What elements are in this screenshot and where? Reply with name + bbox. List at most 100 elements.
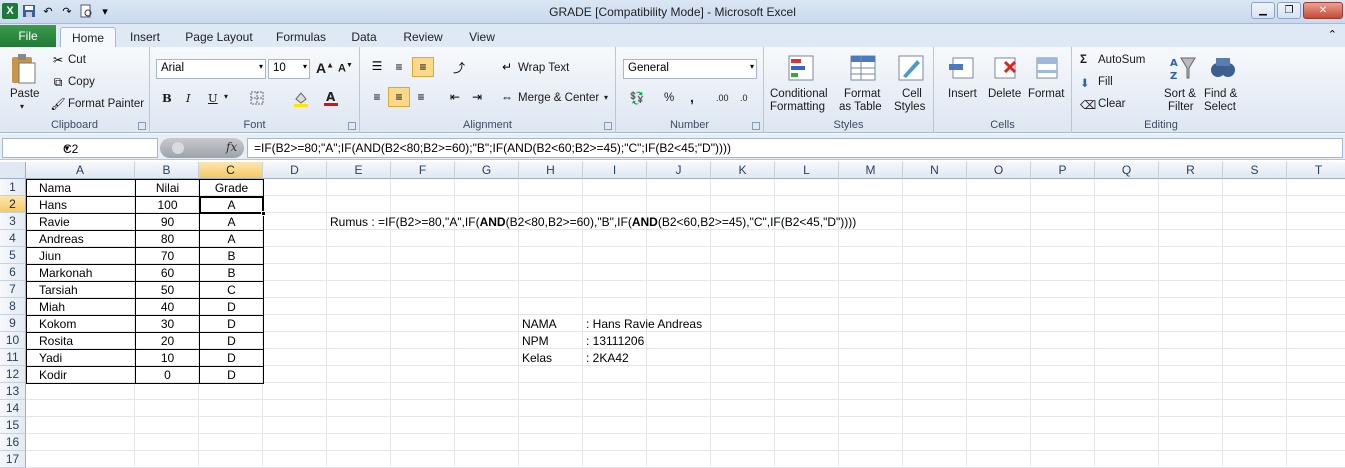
row-header-11[interactable]: 11 (0, 349, 26, 366)
alignment-launcher-icon[interactable] (604, 122, 612, 130)
table-cell[interactable]: 90 (135, 213, 200, 231)
row-header-17[interactable]: 17 (0, 451, 26, 468)
table-cell[interactable]: Miah (26, 298, 136, 316)
fill-handle[interactable] (261, 211, 266, 216)
accounting-format-icon[interactable]: 💱 (626, 89, 648, 107)
table-cell[interactable]: 80 (135, 230, 200, 248)
column-header-o[interactable]: O (967, 162, 1031, 179)
number-format-select[interactable]: General ▾ (623, 59, 757, 79)
table-cell[interactable]: Hans (26, 196, 136, 214)
cut-button[interactable]: Cut (68, 54, 86, 66)
tab-page-layout[interactable]: Page Layout (180, 27, 258, 47)
merge-dropdown-icon[interactable]: ▾ (604, 93, 608, 102)
sort-filter-line2[interactable]: Filter (1168, 101, 1194, 113)
copy-button[interactable]: Copy (68, 76, 95, 88)
autosum-button[interactable]: AutoSum (1098, 54, 1145, 66)
table-cell[interactable]: Jiun (26, 247, 136, 265)
tab-view[interactable]: View (462, 27, 502, 47)
column-header-l[interactable]: L (775, 162, 839, 179)
font-name-select[interactable]: Arial ▾ (156, 59, 266, 79)
tab-insert[interactable]: Insert (122, 27, 168, 47)
column-header-j[interactable]: J (647, 162, 711, 179)
column-header-e[interactable]: E (327, 162, 391, 179)
restore-button[interactable]: ❐ (1277, 2, 1301, 19)
table-cell[interactable]: 50 (135, 281, 200, 299)
paste-dropdown-icon[interactable]: ▾ (20, 102, 24, 111)
row-header-16[interactable]: 16 (0, 434, 26, 451)
column-header-m[interactable]: M (839, 162, 903, 179)
cell-styles-line1[interactable]: Cell (902, 88, 922, 100)
merge-center-button[interactable]: Merge & Center (518, 92, 599, 104)
borders-icon[interactable] (248, 89, 266, 107)
table-cell[interactable]: Andreas (26, 230, 136, 248)
table-header-cell[interactable]: Grade (199, 179, 264, 197)
align-center-icon[interactable]: ≡ (388, 87, 410, 107)
table-cell[interactable]: 40 (135, 298, 200, 316)
decrease-indent-icon[interactable]: ⇤ (446, 89, 464, 105)
number-launcher-icon[interactable] (752, 122, 760, 130)
table-cell[interactable]: Ravie (26, 213, 136, 231)
row-header-6[interactable]: 6 (0, 264, 26, 281)
table-cell[interactable]: D (199, 366, 264, 384)
row-header-9[interactable]: 9 (0, 315, 26, 332)
orientation-icon[interactable]: ⤴ (446, 59, 472, 75)
table-cell[interactable]: Kokom (26, 315, 136, 333)
table-cell[interactable]: 60 (135, 264, 200, 282)
increase-indent-icon[interactable]: ⇥ (468, 89, 486, 105)
table-cell[interactable]: D (199, 332, 264, 350)
find-select-line1[interactable]: Find & (1204, 88, 1237, 100)
wrap-text-button[interactable]: Wrap Text (518, 62, 569, 74)
tab-review[interactable]: Review (396, 27, 450, 47)
name-box[interactable]: C2 ▼ (2, 138, 158, 158)
row-header-3[interactable]: 3 (0, 213, 26, 230)
tab-home[interactable]: Home (60, 27, 116, 47)
row-header-8[interactable]: 8 (0, 298, 26, 315)
conditional-formatting-line1[interactable]: Conditional (770, 88, 828, 100)
row-header-2[interactable]: 2 (0, 196, 26, 213)
row-header-14[interactable]: 14 (0, 400, 26, 417)
align-bottom-icon[interactable]: ≡ (412, 57, 434, 77)
format-button[interactable]: Format (1028, 88, 1064, 100)
close-button[interactable]: ✕ (1303, 2, 1343, 19)
row-header-5[interactable]: 5 (0, 247, 26, 264)
underline-dropdown-icon[interactable]: ▾ (224, 92, 228, 101)
table-cell[interactable]: 30 (135, 315, 200, 333)
table-cell[interactable]: D (199, 298, 264, 316)
table-cell[interactable]: D (199, 349, 264, 367)
font-color-icon[interactable]: A (322, 89, 340, 107)
row-header-7[interactable]: 7 (0, 281, 26, 298)
table-cell[interactable]: B (199, 264, 264, 282)
table-cell[interactable]: 10 (135, 349, 200, 367)
underline-button[interactable]: U (208, 91, 218, 105)
align-middle-icon[interactable]: ≡ (390, 59, 408, 75)
find-select-line2[interactable]: Select (1204, 101, 1236, 113)
row-header-4[interactable]: 4 (0, 230, 26, 247)
table-cell[interactable]: 70 (135, 247, 200, 265)
table-cell[interactable]: D (199, 315, 264, 333)
align-right-icon[interactable]: ≡ (412, 89, 430, 105)
column-header-i[interactable]: I (583, 162, 647, 179)
tab-data[interactable]: Data (344, 27, 384, 47)
delete-button[interactable]: Delete (988, 88, 1021, 100)
active-cell-border[interactable] (199, 196, 264, 214)
table-cell[interactable]: B (199, 247, 264, 265)
row-header-15[interactable]: 15 (0, 417, 26, 434)
sort-filter-line1[interactable]: Sort & (1164, 88, 1196, 100)
column-header-t[interactable]: T (1287, 162, 1345, 179)
table-cell[interactable]: Yadi (26, 349, 136, 367)
column-header-k[interactable]: K (711, 162, 775, 179)
font-size-select[interactable]: 10 ▾ (268, 59, 310, 79)
font-launcher-icon[interactable] (348, 122, 356, 130)
column-header-n[interactable]: N (903, 162, 967, 179)
align-top-icon[interactable]: ☰ (368, 59, 386, 73)
column-header-q[interactable]: Q (1095, 162, 1159, 179)
insert-function-button[interactable]: fx (226, 140, 237, 154)
table-cell[interactable]: Kodir (26, 366, 136, 384)
table-cell[interactable]: Rosita (26, 332, 136, 350)
column-header-r[interactable]: R (1159, 162, 1223, 179)
bold-button[interactable]: B (162, 91, 172, 105)
column-header-h[interactable]: H (519, 162, 583, 179)
name-box-dropdown-icon[interactable]: ▼ (63, 144, 153, 153)
row-header-12[interactable]: 12 (0, 366, 26, 383)
increase-decimal-button[interactable]: .00 (716, 93, 729, 103)
